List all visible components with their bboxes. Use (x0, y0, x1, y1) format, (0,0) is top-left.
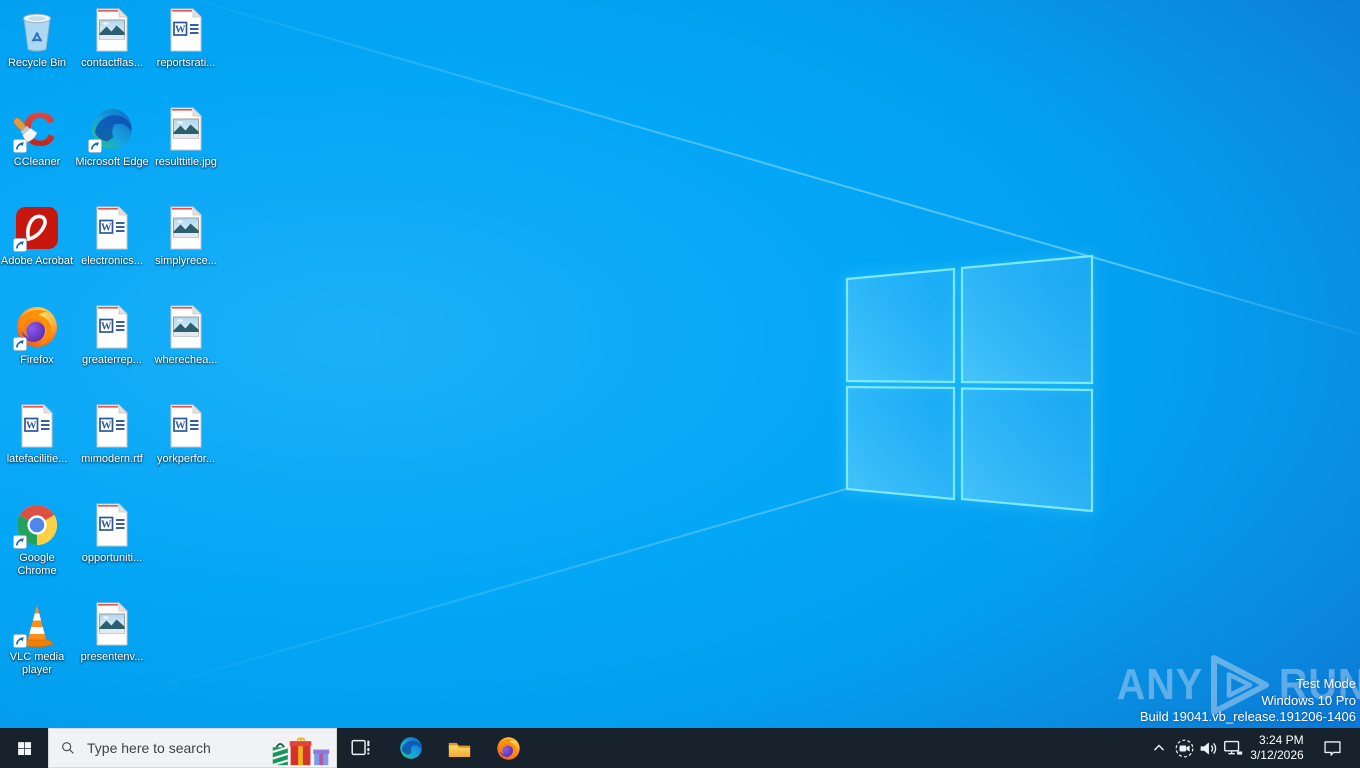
test-mode-label: Test Mode (1296, 676, 1356, 691)
chevron-up-icon (1149, 738, 1169, 758)
shortcut-arrow-icon (13, 634, 27, 648)
desktop-icon-greaterrep[interactable]: greaterrep... (75, 303, 149, 367)
image-file-icon (88, 600, 136, 648)
desktop-icon-yorkperfor[interactable]: yorkperfor... (149, 402, 223, 466)
taskbar-firefox-button[interactable] (486, 728, 530, 768)
recycle-bin-icon (13, 6, 61, 54)
search-icon (60, 740, 76, 756)
desktop-icon-label: greaterrep... (82, 354, 142, 366)
word-document-icon (88, 204, 136, 252)
desktop-icon-label: opportuniti... (81, 552, 143, 564)
desktop-icon-label: contactflas... (81, 57, 143, 69)
desktop-icon-microsoft-edge[interactable]: Microsoft Edge (75, 105, 149, 169)
desktop-icon-label: simplyrece... (155, 255, 217, 267)
desktop-icon-label: presentenv... (80, 651, 144, 663)
desktop-icon-label: latefacilitie... (6, 453, 68, 465)
system-build-info: Test Mode Windows 10 Pro Build 19041.vb_… (1140, 676, 1356, 726)
taskbar-file-explorer-button[interactable] (437, 728, 481, 768)
search-highlights-gifts-icon[interactable] (269, 735, 333, 767)
volume-icon (1198, 738, 1219, 759)
image-file-icon (162, 204, 210, 252)
desktop-icon-recycle-bin[interactable]: Recycle Bin (0, 6, 74, 70)
image-file-icon (162, 105, 210, 153)
tray-clock[interactable]: 3:24 PM 3/12/2026 (1246, 728, 1308, 768)
desktop-icon-label: yorkperfor... (156, 453, 216, 465)
desktop-icon-label: Adobe Acrobat (0, 255, 74, 267)
desktop-icon-resulttitle[interactable]: resulttitle.jpg (149, 105, 223, 169)
word-document-icon (162, 402, 210, 450)
shortcut-arrow-icon (13, 139, 27, 153)
desktop-icon-label: Recycle Bin (7, 57, 67, 69)
shortcut-arrow-icon (88, 139, 102, 153)
desktop-icon-vlc[interactable]: VLC media player (0, 600, 74, 678)
tray-network-button[interactable] (1220, 728, 1246, 768)
tray-show-hidden-icons-button[interactable] (1146, 728, 1172, 768)
word-document-icon (88, 501, 136, 549)
windows-start-icon (16, 740, 33, 757)
image-file-icon (162, 303, 210, 351)
desktop-icon-adobe-acrobat[interactable]: Adobe Acrobat (0, 204, 74, 268)
edge-icon (398, 735, 424, 761)
desktop-icon-label: CCleaner (13, 156, 61, 168)
tray-volume-button[interactable] (1196, 728, 1220, 768)
start-button[interactable] (0, 728, 48, 768)
firefox-icon (495, 735, 522, 762)
desktop-icon-opportuniti[interactable]: opportuniti... (75, 501, 149, 565)
tray-meet-now-button[interactable] (1172, 728, 1196, 768)
word-document-icon (13, 402, 61, 450)
desktop-icon-mimodern[interactable]: mimodern.rtf (75, 402, 149, 466)
desktop-icon-google-chrome[interactable]: Google Chrome (0, 501, 74, 579)
desktop-icon-label: VLC media player (9, 651, 65, 677)
image-file-icon (88, 6, 136, 54)
task-view-icon (349, 737, 371, 759)
windows-desktop-screen: W (0, 0, 1360, 768)
shortcut-arrow-icon (13, 238, 27, 252)
desktop-icon-label: Microsoft Edge (75, 156, 149, 168)
search-input[interactable] (85, 739, 269, 757)
windows-logo-wallpaper (845, 254, 1094, 513)
word-document-icon (88, 303, 136, 351)
desktop-icon-electronics[interactable]: electronics... (75, 204, 149, 268)
desktop-icon-label: Google Chrome (17, 552, 57, 578)
meet-now-camera-icon (1174, 738, 1195, 759)
desktop-icon-reportsrati[interactable]: reportsrati... (149, 6, 223, 70)
action-center-button[interactable] (1312, 728, 1352, 768)
word-document-icon (88, 402, 136, 450)
action-center-icon (1322, 738, 1343, 759)
file-explorer-icon (446, 735, 473, 762)
desktop-icon-ccleaner[interactable]: CCleaner (0, 105, 74, 169)
clock-time: 3:24 PM (1258, 733, 1304, 747)
word-document-icon (162, 6, 210, 54)
desktop-icon-label: electronics... (81, 255, 143, 267)
taskbar: 3:24 PM 3/12/2026 (0, 728, 1360, 768)
desktop-icon-presentenv[interactable]: presentenv... (75, 600, 149, 664)
windows-edition-label: Windows 10 Pro (1261, 692, 1356, 708)
desktop-icon-label: reportsrati... (156, 57, 216, 69)
network-icon (1222, 737, 1244, 759)
desktop-icon-label: wherechea... (154, 354, 218, 366)
shortcut-arrow-icon (13, 337, 27, 351)
desktop-icon-label: resulttitle.jpg (155, 156, 217, 168)
desktop-icon-firefox[interactable]: Firefox (0, 303, 74, 367)
taskbar-search-box[interactable] (48, 728, 337, 768)
desktop-icon-contactflas[interactable]: contactflas... (75, 6, 149, 70)
desktop-icon-simplyrece[interactable]: simplyrece... (149, 204, 223, 268)
desktop-icon-label: Firefox (20, 354, 54, 366)
desktop-icon-label: mimodern.rtf (81, 453, 143, 465)
clock-date: 3/12/2026 (1250, 748, 1304, 762)
task-view-button[interactable] (338, 728, 382, 768)
shortcut-arrow-icon (13, 535, 27, 549)
taskbar-edge-button[interactable] (389, 728, 433, 768)
desktop-icon-wherechea[interactable]: wherechea... (149, 303, 223, 367)
desktop-icon-latefacilitie[interactable]: latefacilitie... (0, 402, 74, 466)
build-number-label: Build 19041.vb_release.191206-1406 (1139, 709, 1356, 724)
